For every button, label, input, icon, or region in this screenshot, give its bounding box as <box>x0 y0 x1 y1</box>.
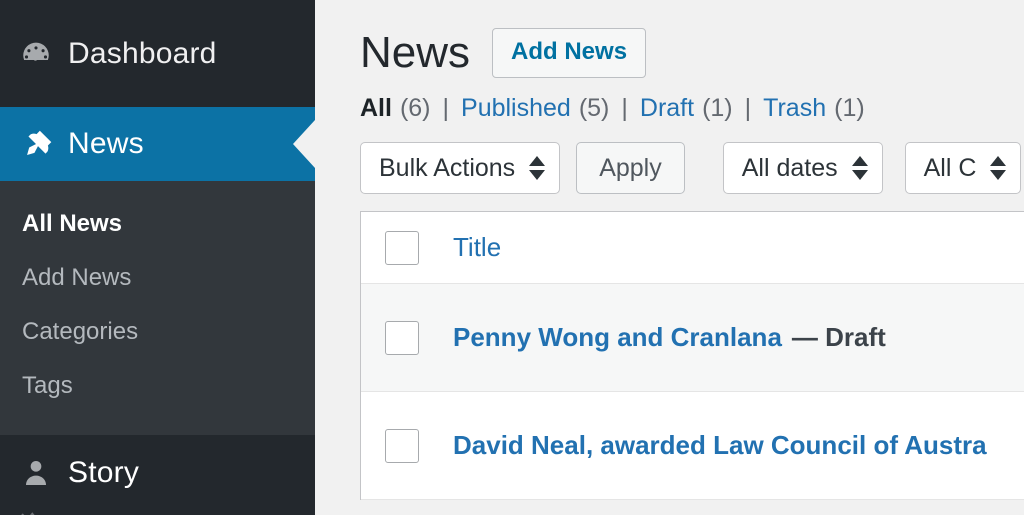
select-all-checkbox[interactable] <box>385 230 419 265</box>
sidebar-item-label-news: News <box>68 127 144 160</box>
status-filter-all-label[interactable]: All <box>360 94 392 123</box>
row-status-badge: — Draft <box>791 322 886 352</box>
submenu-item-categories[interactable]: Categories <box>0 305 315 359</box>
dashboard-gauge-icon <box>14 37 58 71</box>
chevron-updown-icon <box>529 154 546 182</box>
sidebar-item-dashboard[interactable]: Dashboard <box>0 0 315 107</box>
status-filter-published-count: (5) <box>578 94 610 122</box>
sidebar-item-label-dashboard: Dashboard <box>68 36 217 70</box>
bulk-actions-value: Bulk Actions <box>379 153 516 182</box>
chevron-updown-icon <box>851 154 868 182</box>
news-submenu: All News Add News Categories Tags <box>0 181 315 435</box>
submenu-item-all-news[interactable]: All News <box>0 197 315 251</box>
bulk-actions-select[interactable]: Bulk Actions <box>360 142 561 194</box>
page-title: News <box>360 28 471 77</box>
all-dates-select[interactable]: All dates <box>722 142 883 194</box>
status-filter-all-count: (6) <box>399 94 431 122</box>
status-filter-published[interactable]: Published (5) <box>461 94 609 123</box>
partial-menu-icon <box>18 512 44 515</box>
status-filter-draft-label[interactable]: Draft <box>640 94 694 123</box>
row-checkbox[interactable] <box>385 320 419 355</box>
main-content: News Add News All (6) | Published (5) | … <box>315 0 1024 515</box>
status-separator: | <box>442 94 450 122</box>
all-categories-select[interactable]: All C <box>904 142 1022 194</box>
status-filter-trash-count: (1) <box>834 94 865 122</box>
table-navigation-toolbar: Bulk Actions Apply All dates All C <box>360 141 1024 195</box>
row-checkbox[interactable] <box>385 428 419 463</box>
all-dates-value: All dates <box>741 153 838 182</box>
status-filter-all[interactable]: All (6) <box>360 94 431 123</box>
add-news-button[interactable]: Add News <box>492 28 647 78</box>
row-title-wrap: Penny Wong and Cranlana — Draft <box>419 322 886 353</box>
apply-button[interactable]: Apply <box>576 142 685 194</box>
status-filter-published-label[interactable]: Published <box>461 94 571 123</box>
table-header-row: Title <box>361 212 1024 284</box>
status-filter-draft-count: (1) <box>702 94 733 122</box>
sidebar-item-news[interactable]: News <box>0 107 315 181</box>
status-separator: | <box>621 94 628 122</box>
row-title-wrap: David Neal, awarded Law Council of Austr… <box>419 430 997 461</box>
status-filter-trash[interactable]: Trash (1) <box>763 94 865 123</box>
status-filter-trash-label[interactable]: Trash <box>763 94 826 123</box>
post-status-filter-links: All (6) | Published (5) | Draft (1) | Tr… <box>360 94 1024 123</box>
user-icon <box>14 457 58 489</box>
row-title-link[interactable]: David Neal, awarded Law Council of Austr… <box>453 430 987 461</box>
admin-sidebar: Dashboard News All News Add News Categor… <box>0 0 315 515</box>
table-row: Penny Wong and Cranlana — Draft <box>361 284 1024 392</box>
all-categories-value: All C <box>923 153 977 182</box>
sidebar-item-label-story: Story <box>68 456 140 489</box>
pin-icon <box>14 127 58 161</box>
status-filter-draft[interactable]: Draft (1) <box>640 94 733 123</box>
submenu-item-tags[interactable]: Tags <box>0 359 315 413</box>
posts-table: Title Penny Wong and Cranlana — Draft Da… <box>360 211 1024 500</box>
sidebar-item-partial-next[interactable] <box>0 511 315 515</box>
submenu-flyout-arrow-icon <box>293 120 315 168</box>
wordpress-admin-screen: Dashboard News All News Add News Categor… <box>0 0 1024 515</box>
column-header-title[interactable]: Title <box>453 232 501 263</box>
submenu-item-add-news[interactable]: Add News <box>0 251 315 305</box>
chevron-updown-icon <box>990 154 1007 182</box>
sidebar-item-story[interactable]: Story <box>0 435 315 511</box>
row-title-link[interactable]: Penny Wong and Cranlana <box>453 322 782 353</box>
status-separator: | <box>744 94 752 122</box>
page-header: News Add News <box>360 0 1024 78</box>
table-row: David Neal, awarded Law Council of Austr… <box>361 392 1024 500</box>
